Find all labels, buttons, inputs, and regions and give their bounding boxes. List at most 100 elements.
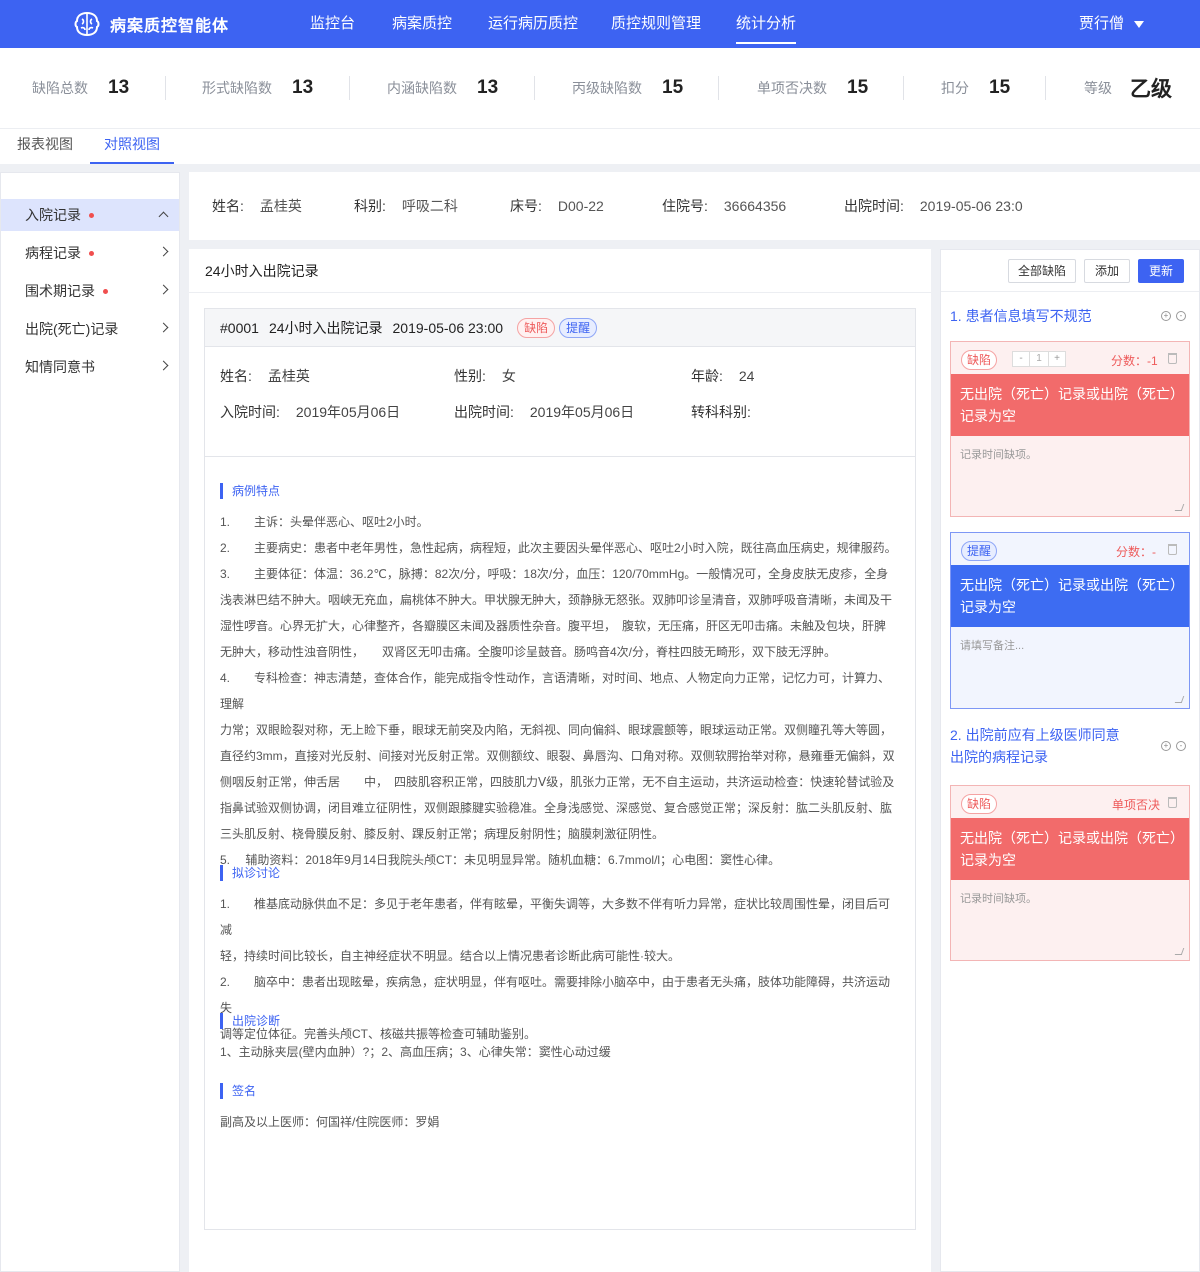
score-stepper[interactable]: - 1 + [1012, 351, 1066, 367]
patient-dept-field: 科别: 呼吸二科 [354, 172, 458, 240]
record-transfer-field: 转科科别: [691, 402, 751, 422]
update-button[interactable]: 更新 [1138, 259, 1184, 283]
minus-circle-icon[interactable]: - [1176, 741, 1186, 751]
section-title-diagnosis: 出院诊断 [220, 1013, 280, 1029]
field-label: 出院时间: [844, 198, 904, 214]
sidebar-item-label: 围术期记录 [25, 283, 95, 299]
divider [205, 456, 915, 457]
sidebar-item-discharge[interactable]: 出院(死亡)记录 [1, 313, 179, 345]
sidebar-item-admission[interactable]: 入院记录 [1, 199, 179, 231]
field-value: 孟桂英 [267, 368, 310, 384]
all-defects-button[interactable]: 全部缺陷 [1008, 259, 1076, 283]
minus-circle-icon[interactable]: - [1176, 311, 1186, 321]
field-value: D00-22 [557, 198, 604, 214]
trash-icon[interactable] [1168, 353, 1177, 364]
nav-running-qc[interactable]: 运行病历质控 [488, 0, 578, 48]
sidebar-item-consent[interactable]: 知情同意书 [1, 351, 179, 383]
caret-down-icon [1134, 20, 1144, 28]
sidebar-item-progress-notes[interactable]: 病程记录 [1, 237, 179, 269]
resize-handle-icon[interactable] [1174, 696, 1185, 703]
stat-value: 15 [989, 77, 1011, 98]
case-features-text: 1. 主诉：头晕伴恶心、呕吐2小时。 2. 主要病史：患者中老年男性，急性起病，… [220, 509, 900, 873]
note-textarea[interactable]: 记录时间缺项。 [960, 890, 1037, 906]
divider [903, 76, 904, 100]
defect-dot [103, 288, 108, 294]
field-value: 2019年05月06日 [295, 404, 401, 420]
sidebar-item-perioperative[interactable]: 围术期记录 [1, 275, 179, 307]
text-line: 浅表淋巴结不肿大。咽峡无充血，扁桃体不肿大。甲状腺无肿大，颈静脉无怒张。双肺叩诊… [220, 593, 893, 607]
stat-value: 15 [847, 77, 869, 98]
text-line: 1. 椎基底动脉供血不足：多见于老年患者，伴有眩晕，平衡失调等，大多数不伴有听力… [220, 897, 891, 937]
stepper-value[interactable]: 1 [1029, 352, 1049, 366]
decrement-button[interactable]: - [1013, 352, 1029, 366]
stat-label: 扣分 [941, 80, 969, 96]
field-value: 女 [501, 368, 516, 384]
section-title-case-features: 病例特点 [220, 483, 280, 499]
nav-record-qc[interactable]: 病案质控 [392, 0, 452, 48]
divider [941, 291, 1199, 292]
note-textarea[interactable]: 记录时间缺项。 [960, 446, 1037, 462]
divider [349, 76, 350, 100]
issue-message: 无出院（死亡）记录或出院（死亡）记录为空 [951, 374, 1189, 436]
field-value: 孟桂英 [259, 198, 302, 214]
score-text: 分数：-1 [1111, 354, 1158, 368]
plus-circle-icon[interactable]: + [1161, 741, 1171, 751]
field-label: 性别: [454, 368, 486, 384]
user-menu[interactable]: 贾行僧 [1079, 0, 1144, 48]
tab-compare-view[interactable]: 对照视图 [90, 129, 174, 164]
user-name: 贾行僧 [1078, 15, 1124, 32]
issue-title: 1. 患者信息填写不规范 [950, 308, 1092, 324]
trash-icon[interactable] [1168, 797, 1177, 808]
field-label: 年龄: [691, 368, 723, 384]
diagnosis-text: 1、主动脉夹层(壁内血肿）?；2、高血压病；3、心律失常：窦性心动过缓 [220, 1045, 611, 1059]
signature-text: 副高及以上医师：何国祥/住院医师：罗娟 [220, 1115, 440, 1129]
score-text: 分数：- [1116, 545, 1156, 559]
defect-tag[interactable]: 缺陷 [517, 317, 556, 338]
nav-monitor[interactable]: 监控台 [310, 0, 355, 48]
brain-logo-icon [74, 11, 100, 37]
text-line: 湿性啰音。心界无扩大，心律整齐，各瓣膜区未闻及器质性杂音。腹平坦， 腹软，无压痛… [220, 619, 887, 633]
text-line: 侧咽反射正常，伸舌居 中， 四肢肌容积正常，四肢肌力Ⅴ级，肌张力正常，无不自主运… [220, 775, 895, 789]
stat-veto-count: 单项否决数 15 [757, 48, 868, 128]
issue-card: 缺陷 单项否决 无出院（死亡）记录或出院（死亡）记录为空 记录时间缺项。 [950, 785, 1190, 961]
view-tabs: 报表视图 对照视图 [0, 128, 1200, 164]
defect-tag[interactable]: 缺陷 [961, 794, 998, 814]
record-discharge-time-field: 出院时间: 2019年05月06日 [454, 402, 634, 422]
note-textarea[interactable]: 请填写备注... [960, 637, 1024, 653]
card-header: 提醒 分数：- [951, 533, 1189, 565]
issue-card: 提醒 分数：- 无出院（死亡）记录或出院（死亡）记录为空 请填写备注... [950, 532, 1190, 709]
divider [165, 76, 166, 100]
stat-label: 单项否决数 [757, 80, 827, 96]
field-value: 2019-05-06 23:0 [919, 198, 1023, 214]
increment-button[interactable]: + [1049, 352, 1065, 366]
defect-tag[interactable]: 缺陷 [961, 350, 998, 370]
score-text: 单项否决 [1112, 798, 1161, 812]
patient-discharge-field: 出院时间: 2019-05-06 23:0 [844, 172, 1023, 240]
field-label: 床号: [510, 198, 542, 214]
add-button[interactable]: 添加 [1084, 259, 1130, 283]
field-label: 科别: [354, 198, 386, 214]
text-line: 无肿大，移动性浊音阴性， 双肾区无叩击痛。全腹叩诊呈鼓音。肠鸣音4次/分，脊柱四… [220, 645, 837, 659]
resize-handle-icon[interactable] [1174, 948, 1185, 955]
stat-grade: 等级 乙级 [1084, 48, 1172, 128]
nav-statistics[interactable]: 统计分析 [736, 0, 797, 48]
field-label: 姓名: [212, 198, 244, 214]
tab-report-view[interactable]: 报表视图 [3, 129, 87, 164]
remind-tag[interactable]: 提醒 [961, 541, 998, 561]
field-label: 姓名: [220, 368, 252, 384]
plus-circle-icon[interactable]: + [1161, 311, 1171, 321]
trash-icon[interactable] [1168, 544, 1177, 555]
chevron-up-icon [158, 211, 169, 222]
resize-handle-icon[interactable] [1174, 504, 1185, 511]
app-logo[interactable]: 病案质控智能体 [72, 10, 229, 38]
divider [718, 76, 719, 100]
text-line: 4. 专科检查：神志清楚，查体合作，能完成指令性动作，言语清晰，对时间、地点、人… [220, 671, 891, 711]
text-line: 指鼻试验双侧协调，闭目难立征阴性，双侧跟膝腱实验稳准。全身浅感觉、深感觉、复合感… [220, 801, 893, 815]
defect-dot [89, 212, 94, 218]
remind-tag[interactable]: 提醒 [559, 317, 598, 338]
patient-bed-field: 床号: D00-22 [510, 172, 604, 240]
record-header: #0001 24小时入出院记录 2019-05-06 23:00 缺陷 提醒 [205, 309, 915, 347]
patient-info-bar: 姓名: 孟桂英 科别: 呼吸二科 床号: D00-22 住院号: 36664356 出院… [189, 172, 1200, 240]
text-line: 直径约3mm，直接对光反射、间接对光反射正常。双侧额纹、眼裂、鼻唇沟、口角对称。… [220, 749, 895, 763]
nav-rule-management[interactable]: 质控规则管理 [611, 0, 701, 48]
